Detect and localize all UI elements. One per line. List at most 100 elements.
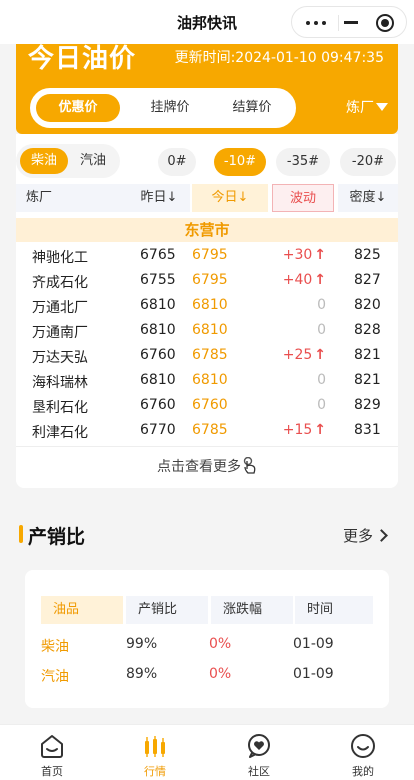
today-price: 6810 [192,322,228,338]
tab-community[interactable]: 社区 [219,725,299,780]
pointer-hand-icon [243,457,256,474]
grade-0-button[interactable]: 0# [158,148,196,176]
ratio-section-header: 产销比 更多 [16,520,398,550]
price-change-value: 0 [317,397,326,413]
table-row[interactable]: 海科瑞林 6810 6810 0 821 [16,369,398,394]
more-icon[interactable] [306,21,326,25]
header-density[interactable]: 密度↓ [338,184,398,212]
price-change-value: 0 [317,322,326,338]
fuel-gasoline-button[interactable]: 汽油 [70,148,116,174]
ratio-header-time: 时间 [295,596,373,624]
candlestick-icon [145,736,165,757]
price-change-value: +25 [282,347,313,363]
yesterday-price: 6760 [140,397,176,413]
price-change-value: +15 [282,422,313,438]
today-price: 6760 [192,397,228,413]
ratio-date: 01-09 [293,666,334,682]
density-value: 831 [354,422,381,438]
table-row: 汽油 89% 0% 01-09 [25,664,389,688]
density-value: 825 [354,247,381,263]
yesterday-price: 6760 [140,347,176,363]
price-change: +25 ↑ [276,347,326,363]
today-price: 6785 [192,347,228,363]
refinery-name: 万达天弘 [32,350,88,366]
view-more-button[interactable]: 点击查看更多 [16,446,398,486]
minimize-icon[interactable] [344,21,358,24]
ratio-change: 0% [209,666,232,682]
refinery-filter-button[interactable]: 炼厂 [346,97,388,117]
today-price: 6810 [192,297,228,313]
ratio-value: 89% [126,666,158,682]
ratio-header-ratio: 产销比 [126,596,208,624]
grade-minus35-button[interactable]: -35# [276,148,330,176]
up-arrow-icon: ↑ [314,347,326,363]
yesterday-price: 6770 [140,422,176,438]
tab-profile[interactable]: 我的 [323,725,403,780]
today-price: 6810 [192,372,228,388]
capsule-divider [338,15,339,31]
header-today[interactable]: 今日↓ [192,184,268,212]
ratio-more-link[interactable]: 更多 [342,525,388,546]
city-group-label: 东营市 [16,218,398,242]
refinery-name: 万通北厂 [32,300,88,316]
price-change: 0 [276,297,326,313]
table-row[interactable]: 利津石化 6770 6785 +15 ↑ 831 [16,419,398,444]
today-price: 6785 [192,422,228,438]
density-value: 821 [354,347,381,363]
price-change-value: +30 [282,247,313,263]
tab-market[interactable]: 行情 [115,725,195,780]
grade-minus20-button[interactable]: -20# [340,148,396,176]
tab-profile-label: 我的 [352,765,374,778]
refinery-filter-label: 炼厂 [346,100,374,116]
table-row[interactable]: 万通南厂 6810 6810 0 828 [16,319,398,344]
table-row[interactable]: 神驰化工 6765 6795 +30 ↑ 825 [16,244,398,269]
ratio-value: 99% [126,636,158,652]
fuel-type-toggle: 柴油 汽油 [16,144,120,178]
tab-settlement-price[interactable]: 结算价 [212,94,292,122]
yesterday-price: 6765 [140,247,176,263]
price-change-value: 0 [317,372,326,388]
fuel-diesel-button[interactable]: 柴油 [20,148,68,174]
table-row[interactable]: 齐成石化 6755 6795 +40 ↑ 827 [16,269,398,294]
price-change: +40 ↑ [276,272,326,288]
tab-discount-price[interactable]: 优惠价 [36,94,120,122]
yesterday-price: 6810 [140,372,176,388]
price-change: +15 ↑ [276,422,326,438]
price-change-value: 0 [317,297,326,313]
home-icon [41,735,63,758]
header-change[interactable]: 波动 [272,184,334,212]
ratio-header-change: 涨跌幅 [211,596,293,624]
table-header: 炼厂 昨日↓ 今日↓ 波动 密度↓ [16,184,398,212]
ratio-change: 0% [209,636,232,652]
density-value: 821 [354,372,381,388]
price-change: 0 [276,322,326,338]
density-value: 828 [354,322,381,338]
tab-home[interactable]: 首页 [12,725,92,780]
close-target-icon[interactable] [376,14,394,32]
up-arrow-icon: ↑ [314,247,326,263]
table-row[interactable]: 垦利石化 6760 6760 0 829 [16,394,398,419]
refinery-name: 神驰化工 [32,250,88,266]
table-row[interactable]: 万通北厂 6810 6810 0 820 [16,294,398,319]
grade-minus10-button[interactable]: -10# [214,148,266,176]
ratio-header-product: 油品 [41,596,123,624]
yesterday-price: 6810 [140,322,176,338]
table-row[interactable]: 万达天弘 6760 6785 +25 ↑ 821 [16,344,398,369]
today-price: 6795 [192,272,228,288]
ratio-product: 柴油 [41,639,69,655]
price-change-value: +40 [282,272,313,288]
ratio-section-title: 产销比 [28,526,86,548]
header-yesterday[interactable]: 昨日↓ [128,184,190,212]
filter-icon [376,103,388,111]
ratio-date: 01-09 [293,636,334,652]
ratio-more-label: 更多 [342,527,373,545]
view-more-label: 点击查看更多 [157,459,241,475]
density-value: 820 [354,297,381,313]
density-value: 829 [354,397,381,413]
price-change: +30 ↑ [276,247,326,263]
tab-listed-price[interactable]: 挂牌价 [130,94,210,122]
table-row: 柴油 99% 0% 01-09 [25,634,389,658]
header-refinery: 炼厂 [16,184,128,212]
chevron-right-icon [375,529,388,542]
refinery-name: 利津石化 [32,425,88,441]
